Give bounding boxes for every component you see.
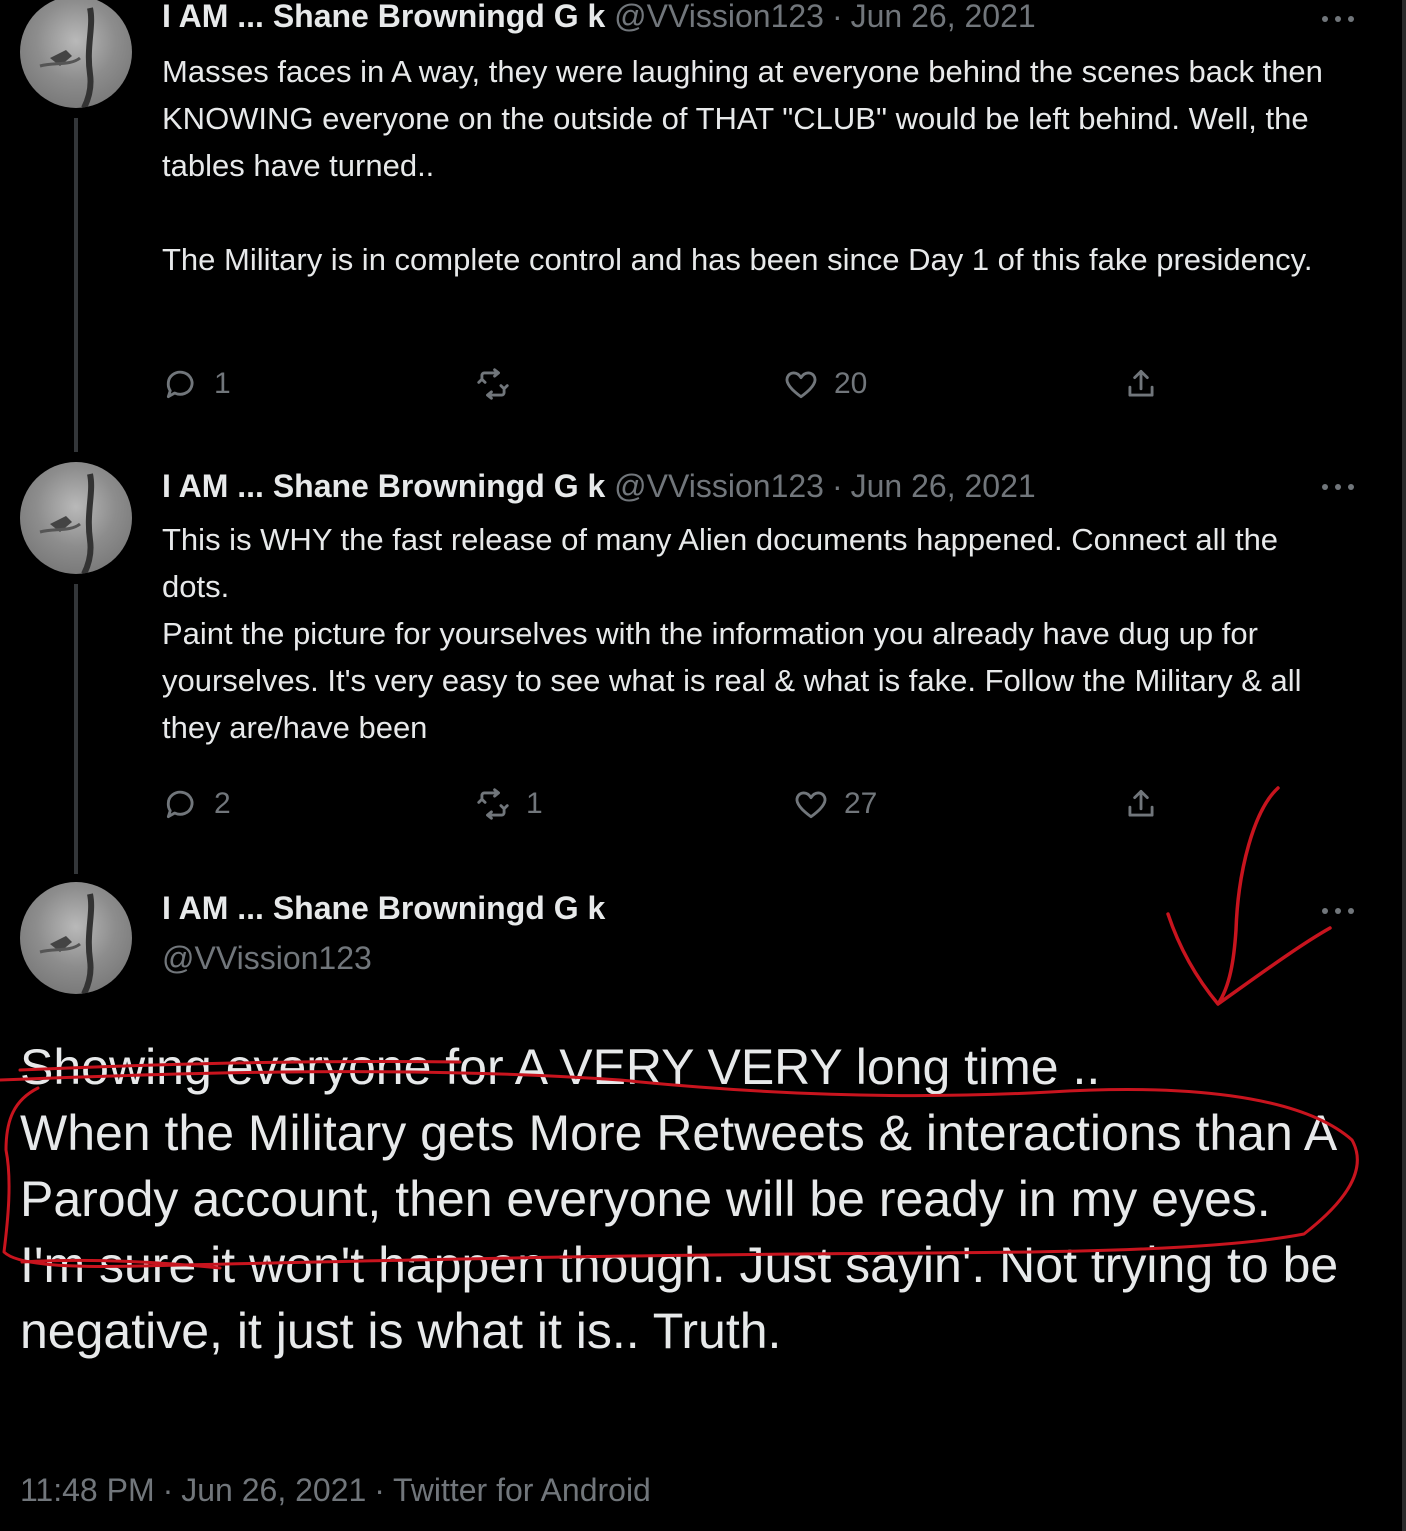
more-icon[interactable]	[1318, 476, 1358, 500]
separator-dot: ·	[374, 1472, 385, 1508]
separator-dot: ·	[831, 468, 843, 504]
tweet-paragraph: This is WHY the fast release of many Ali…	[162, 522, 1279, 604]
tweet-text: This is WHY the fast release of many Ali…	[162, 516, 1352, 751]
share-button[interactable]	[1122, 364, 1160, 404]
avatar-hand-image	[39, 473, 95, 574]
like-icon	[785, 371, 817, 399]
share-icon	[1128, 789, 1154, 817]
reply-count: 2	[214, 787, 231, 820]
more-icon[interactable]	[1318, 900, 1358, 924]
tweet-date[interactable]: Jun 26, 2021	[851, 468, 1036, 504]
separator-dot: ·	[831, 0, 843, 34]
handle[interactable]: @VVission123	[614, 0, 824, 34]
reply-icon	[166, 790, 194, 819]
retweet-count: 1	[526, 787, 543, 820]
like-button[interactable]: 20	[782, 364, 867, 404]
like-count: 20	[834, 367, 868, 400]
tweet-meta: 11:48 PM · Jun 26, 2021 · Twitter for Androi…	[20, 1472, 651, 1509]
tweet-thread: I AM ... Shane Browningd G k @VVission12…	[0, 0, 1406, 1531]
tweet-date[interactable]: Jun 26, 2021	[181, 1472, 366, 1508]
like-icon	[795, 791, 827, 819]
tweet-paragraph: Masses faces in A way, they were laughin…	[162, 54, 1323, 183]
retweet-button[interactable]	[474, 364, 526, 404]
separator-dot: ·	[162, 1472, 174, 1508]
reply-count: 1	[214, 367, 231, 400]
retweet-button[interactable]: 1	[474, 784, 543, 824]
like-button[interactable]: 27	[792, 784, 877, 824]
display-name[interactable]: I AM ... Shane Browningd G k	[162, 0, 605, 34]
like-count: 27	[844, 787, 878, 820]
tweet-line: When the Military gets More Retweets & i…	[20, 1105, 1335, 1227]
tweet-text: Masses faces in A way, they were laughin…	[162, 48, 1352, 283]
right-border	[1402, 0, 1406, 1531]
avatar-hand-image	[39, 893, 95, 994]
main-tweet-text: Showing everyone for A VERY VERY long ti…	[20, 1034, 1360, 1364]
avatar[interactable]	[20, 462, 132, 574]
tweet-line: I'm sure it won't happen though. Just sa…	[20, 1237, 1339, 1359]
tweet-header: I AM ... Shane Browningd G k @VVission12…	[162, 468, 1036, 505]
avatar[interactable]	[20, 0, 132, 108]
handle[interactable]: @VVission123	[162, 940, 372, 977]
tweet-paragraph: The Military is in complete control and …	[162, 242, 1313, 277]
share-icon	[1128, 369, 1154, 397]
handle[interactable]: @VVission123	[614, 468, 824, 504]
tweet-source[interactable]: Twitter for Android	[393, 1472, 651, 1508]
reply-button[interactable]: 1	[162, 364, 231, 404]
tweet-time[interactable]: 11:48 PM	[20, 1472, 155, 1508]
reply-icon	[166, 370, 194, 399]
tweet-date[interactable]: Jun 26, 2021	[851, 0, 1036, 34]
thread-connector	[74, 584, 78, 874]
reply-button[interactable]: 2	[162, 784, 231, 824]
tweet-header: I AM ... Shane Browningd G k @VVission12…	[162, 0, 1036, 35]
tweet-line: Showing everyone for A VERY VERY long ti…	[20, 1039, 1101, 1095]
retweet-icon	[477, 368, 509, 400]
red-arrow	[1166, 786, 1332, 1006]
share-button[interactable]	[1122, 784, 1160, 824]
display-name[interactable]: I AM ... Shane Browningd G k	[162, 468, 605, 504]
thread-connector	[74, 118, 78, 452]
avatar-hand-image	[39, 7, 95, 108]
retweet-icon	[477, 788, 509, 820]
avatar[interactable]	[20, 882, 132, 994]
display-name[interactable]: I AM ... Shane Browningd G k	[162, 890, 605, 927]
more-icon[interactable]	[1318, 8, 1358, 32]
tweet-paragraph: Paint the picture for yourselves with th…	[162, 616, 1302, 745]
